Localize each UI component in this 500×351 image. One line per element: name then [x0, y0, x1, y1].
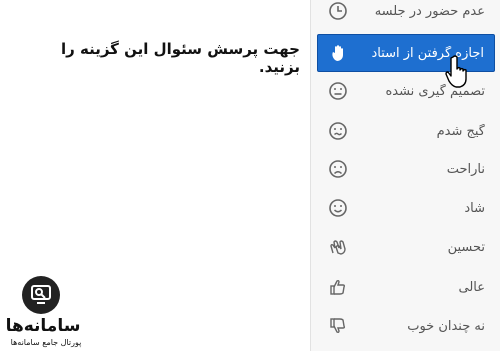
clapping-hands-icon	[327, 236, 349, 258]
logo-emblem-icon	[22, 276, 60, 314]
menu-item-label: نه چندان خوب	[407, 318, 485, 334]
menu-item-away[interactable]: عدم حضور در جلسه	[317, 0, 495, 30]
thumbs-down-icon	[327, 315, 349, 337]
instruction-text: جهت پرسش سئوال این گزینه را بزنید.	[60, 40, 300, 76]
status-menu: عدم حضور در جلسه اجازه گرفتن از استاد تص…	[310, 0, 500, 351]
menu-item-happy[interactable]: شاد	[317, 189, 495, 227]
hand-pointer-cursor-icon	[445, 55, 471, 89]
samaneha-logo: سامانه‌ها پورتال جامع سامانه‌ها	[0, 270, 95, 351]
menu-item-sad[interactable]: ناراحت	[317, 150, 495, 188]
menu-item-label: عالی	[458, 279, 485, 295]
menu-item-label: ناراحت	[446, 161, 485, 177]
menu-item-label: تحسین	[447, 239, 485, 255]
menu-item-label: شاد	[464, 200, 485, 216]
neutral-face-icon	[327, 80, 349, 102]
logo-tagline: پورتال جامع سامانه‌ها	[10, 338, 82, 347]
logo-name: سامانه‌ها	[5, 316, 81, 336]
happy-face-icon	[327, 197, 349, 219]
menu-item-applause[interactable]: تحسین	[317, 228, 495, 266]
menu-item-label: گیج شدم	[436, 123, 485, 139]
menu-item-not-good[interactable]: نه چندان خوب	[317, 307, 495, 345]
menu-item-label: عدم حضور در جلسه	[374, 3, 485, 19]
clock-icon	[327, 0, 349, 22]
raised-hand-icon	[328, 42, 350, 64]
sad-face-icon	[327, 158, 349, 180]
menu-item-confused[interactable]: گیج شدم	[317, 112, 495, 150]
confused-face-icon	[327, 120, 349, 142]
thumbs-up-icon	[327, 276, 349, 298]
menu-item-excellent[interactable]: عالی	[317, 268, 495, 306]
